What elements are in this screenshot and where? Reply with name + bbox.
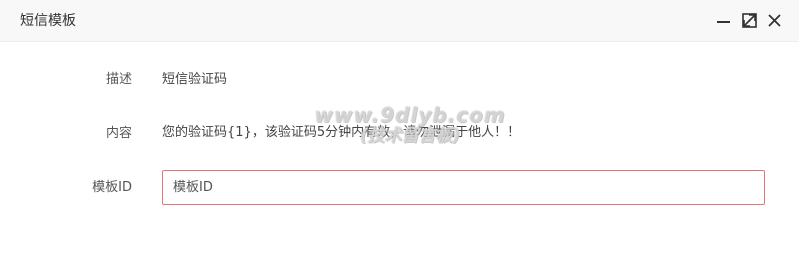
maximize-icon[interactable] — [740, 11, 760, 31]
minimize-icon[interactable] — [714, 11, 734, 31]
close-icon[interactable] — [765, 11, 785, 31]
dialog-title: 短信模板 — [20, 13, 76, 29]
content-value: 您的验证码{1}，该验证码5分钟内有效，请勿泄漏于他人！！ — [162, 125, 521, 140]
sms-template-dialog: 短信模板 描述 短信验证码 内容 您的验证码{1}，该验证码5分钟内有效，请勿泄… — [0, 0, 799, 264]
dialog-titlebar: 短信模板 — [0, 0, 799, 42]
watermark-url: www.9dlyb.com — [314, 103, 506, 127]
content-label: 内容 — [105, 126, 132, 141]
description-label: 描述 — [105, 72, 132, 87]
template-id-label: 模板ID — [92, 180, 132, 195]
description-value: 短信验证码 — [162, 72, 228, 87]
template-id-input[interactable] — [162, 170, 765, 205]
